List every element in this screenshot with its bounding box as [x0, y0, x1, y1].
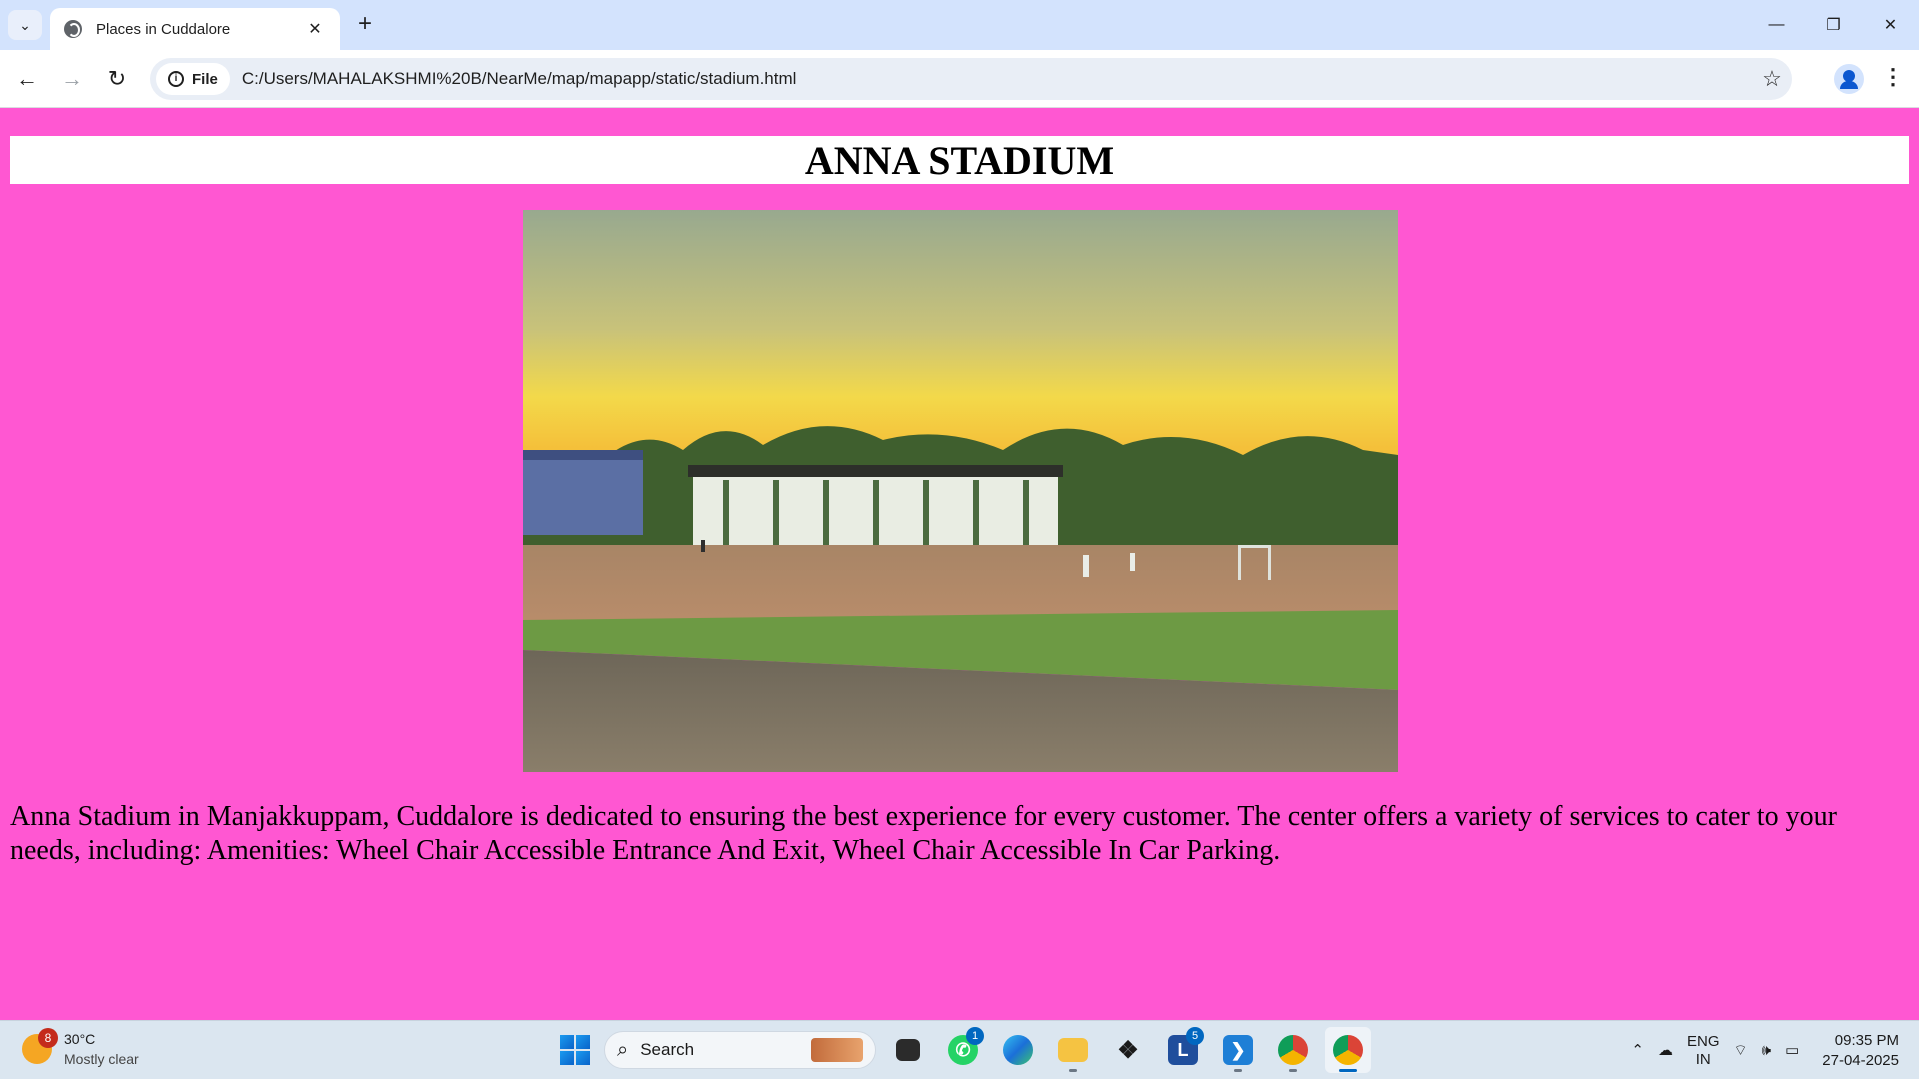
taskbar-task-view[interactable]	[885, 1027, 931, 1073]
language-indicator[interactable]: ENG IN	[1687, 1033, 1720, 1069]
search-icon: ⌕	[617, 1038, 629, 1061]
search-label: Search	[640, 1040, 695, 1059]
search-highlight-image	[811, 1038, 863, 1062]
stadium-photo	[523, 210, 1398, 772]
chrome-icon	[1278, 1035, 1308, 1065]
taskbar-edge[interactable]	[995, 1027, 1041, 1073]
address-bar[interactable]: i File C:/Users/MAHALAKSHMI%20B/NearMe/m…	[150, 58, 1792, 100]
taskbar-file-explorer[interactable]	[1050, 1027, 1096, 1073]
edge-icon	[1003, 1035, 1033, 1065]
l-app-badge: 5	[1186, 1027, 1204, 1045]
taskbar-whatsapp[interactable]: ✆ 1	[940, 1027, 986, 1073]
taskbar-apps: ⌕ Search ✆ 1 ❖ L 5 ❯	[552, 1027, 1371, 1073]
site-info-label: File	[192, 70, 218, 88]
tab-strip: ⌄ Places in Cuddalore ✕ + — ❐ ✕	[0, 0, 1919, 50]
taskbar-vscode[interactable]: ❯	[1215, 1027, 1261, 1073]
tab-search-button[interactable]: ⌄	[8, 10, 42, 40]
vscode-icon: ❯	[1223, 1035, 1253, 1065]
clock-date: 27-04-2025	[1822, 1051, 1899, 1069]
battery-icon[interactable]: ▭	[1785, 1042, 1799, 1060]
start-button[interactable]	[552, 1027, 598, 1073]
clock-time: 09:35 PM	[1834, 1031, 1899, 1049]
site-info-chip[interactable]: i File	[156, 63, 230, 95]
minimize-button[interactable]: —	[1748, 0, 1805, 50]
tab-active[interactable]: Places in Cuddalore ✕	[50, 8, 340, 50]
close-window-button[interactable]: ✕	[1862, 0, 1919, 50]
cloud-sync-icon[interactable]: ☁	[1658, 1042, 1673, 1060]
taskbar-search[interactable]: ⌕ Search	[604, 1031, 876, 1069]
taskbar: 8 30°C Mostly clear ⌕ Search ✆ 1 ❖ L 5 ❯…	[0, 1020, 1919, 1079]
globe-icon	[64, 20, 82, 38]
clock[interactable]: 09:35 PM 27-04-2025	[1822, 1031, 1899, 1071]
page-heading-bar: ANNA STADIUM	[10, 136, 1909, 184]
weather-badge: 8	[38, 1028, 58, 1048]
windows-icon	[560, 1035, 590, 1065]
more-menu-icon[interactable]: ⋮	[1880, 64, 1906, 94]
taskbar-chrome[interactable]	[1270, 1027, 1316, 1073]
task-view-icon	[896, 1039, 920, 1061]
new-tab-button[interactable]: +	[352, 12, 378, 38]
window-controls: — ❐ ✕	[1748, 0, 1919, 50]
volume-icon[interactable]: 🕪	[1762, 1042, 1771, 1060]
chevron-up-icon[interactable]: ⌃	[1631, 1042, 1644, 1060]
wifi-icon[interactable]: ⌔	[1734, 1042, 1748, 1060]
profile-avatar[interactable]	[1834, 64, 1864, 94]
tab-title: Places in Cuddalore	[96, 20, 231, 38]
weather-icon: 8	[22, 1028, 58, 1064]
chevron-down-icon: ⌄	[19, 16, 31, 33]
weather-widget[interactable]: 8 30°C Mostly clear	[22, 1028, 139, 1069]
lang-line2: IN	[1695, 1050, 1711, 1068]
page-title: ANNA STADIUM	[804, 137, 1115, 183]
place-description: Anna Stadium in Manjakkuppam, Cuddalore …	[10, 801, 1837, 866]
whatsapp-badge: 1	[966, 1027, 984, 1045]
close-tab-icon[interactable]: ✕	[304, 19, 326, 39]
taskbar-l-app[interactable]: L 5	[1160, 1027, 1206, 1073]
bookmark-star-icon[interactable]: ☆	[1752, 66, 1792, 92]
system-tray: ⌃ ☁ ENG IN ⌔ 🕪 ▭ 09:35 PM 27-04-2025	[1624, 1021, 1919, 1079]
restore-button[interactable]: ❐	[1805, 0, 1862, 50]
taskbar-chrome-active[interactable]	[1325, 1027, 1371, 1073]
forward-button[interactable]: →	[57, 64, 87, 94]
chrome-icon	[1333, 1035, 1363, 1065]
back-button[interactable]: ←	[12, 64, 42, 94]
info-icon: i	[168, 71, 184, 87]
browser-toolbar: ← → ↻ i File C:/Users/MAHALAKSHMI%20B/Ne…	[0, 50, 1919, 108]
reload-button[interactable]: ↻	[102, 64, 132, 94]
lang-line1: ENG	[1687, 1032, 1720, 1050]
dropbox-icon: ❖	[1117, 1036, 1139, 1064]
taskbar-dropbox[interactable]: ❖	[1105, 1027, 1151, 1073]
stadium-image	[523, 210, 1398, 772]
weather-desc: Mostly clear	[64, 1051, 139, 1067]
weather-temp: 30°C	[64, 1031, 96, 1047]
folder-icon	[1058, 1038, 1088, 1062]
url-text[interactable]: C:/Users/MAHALAKSHMI%20B/NearMe/map/mapa…	[242, 69, 1752, 89]
